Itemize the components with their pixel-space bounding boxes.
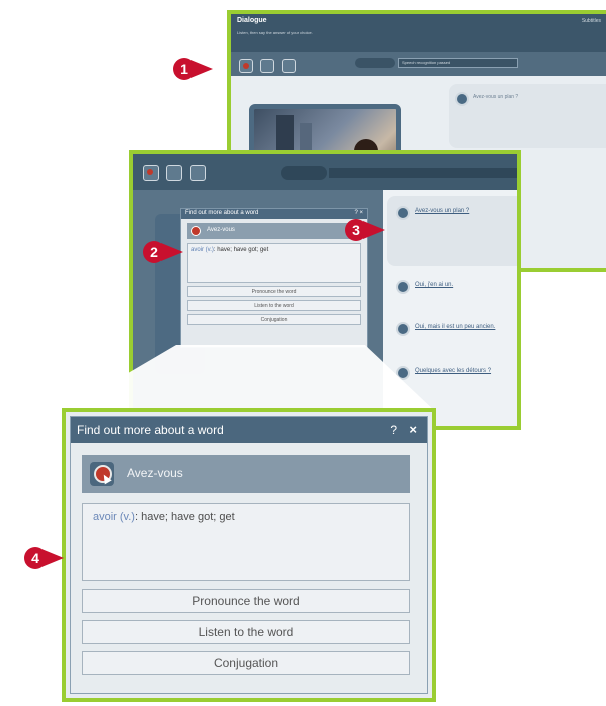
word-popup-small-definition: avoir (v.): have; have got; get	[187, 243, 361, 283]
callout-number: 2	[143, 241, 165, 263]
dialogue-line-1[interactable]: Avez-vous un plan ?	[415, 208, 469, 214]
word-popup-small: Find out more about a word ? × Avez-vous…	[180, 208, 368, 348]
definition-text: : have; have got; get	[213, 247, 269, 253]
dialogue-line-3[interactable]: Oui, mais il est un peu ancien.	[415, 324, 495, 330]
callout-number: 1	[173, 58, 195, 80]
word-popup-title: Find out more about a word	[77, 423, 224, 437]
dialogue-line-2[interactable]: Oui, j'en ai un.	[415, 282, 453, 288]
word-lookup-icon[interactable]	[90, 462, 114, 486]
speech-bubble-icon[interactable]	[166, 164, 183, 181]
speaker-avatar	[396, 280, 410, 294]
subtitles-toggle[interactable]: Subtitles	[582, 18, 601, 24]
dialogue-subtitle: Listen, then say the answer of your choi…	[237, 30, 313, 35]
word-lookup-icon[interactable]	[239, 58, 253, 73]
selected-word-row: Avez-vous	[82, 455, 410, 493]
callout-3: 3	[345, 219, 391, 241]
word-lookup-icon	[191, 226, 201, 236]
lesson-toolbar	[133, 154, 517, 190]
conjugation-button[interactable]: Conjugation	[82, 651, 410, 675]
callout-number: 3	[345, 219, 367, 241]
dialogue-question: Avez-vous un plan ?	[473, 94, 519, 100]
playback-controls[interactable]	[281, 166, 327, 180]
speaker-avatar	[396, 322, 410, 336]
playback-controls[interactable]	[355, 58, 395, 68]
conjugation-button[interactable]: Conjugation	[187, 314, 361, 325]
callout-number: 4	[24, 547, 46, 569]
dialogue-title: Dialogue	[237, 17, 267, 24]
word-popup-small-word: Avez-vous	[187, 223, 361, 239]
word-popup-small-title: Find out more about a word ? ×	[181, 209, 367, 219]
speech-recognition-field[interactable]	[329, 168, 517, 178]
pronounce-button[interactable]: Pronounce the word	[187, 286, 361, 297]
definition-verb: avoir (v.)	[93, 511, 135, 523]
speaker-avatar	[396, 366, 410, 380]
dialogue-titlebar: Dialogue Listen, then say the answer of …	[231, 14, 606, 52]
word-popup-small-word-text: Avez-vous	[207, 227, 235, 233]
help-button[interactable]: ?	[390, 423, 397, 437]
word-lookup-icon[interactable]	[143, 164, 159, 181]
dialogue-toolbar: Speech recognition passed	[231, 52, 606, 76]
word-popup-titlebar: Find out more about a word	[71, 417, 427, 443]
dialogue-line-4[interactable]: Quelques avec les détours ?	[415, 368, 491, 374]
font-size-icon[interactable]	[189, 164, 206, 181]
word-popup-body: Find out more about a word ? × Avez-vous…	[70, 416, 428, 694]
definition-verb: avoir (v.)	[191, 247, 214, 253]
definition-box: avoir (v.): have; have got; get	[82, 503, 410, 581]
font-size-icon[interactable]	[281, 58, 296, 73]
word-popup: Find out more about a word ? × Avez-vous…	[62, 408, 436, 702]
lesson-window: Avez-vous un plan ? Oui, j'en ai un. Oui…	[129, 150, 521, 430]
pronounce-word-button[interactable]: Pronounce the word	[82, 589, 410, 613]
speech-bubble-icon[interactable]	[260, 58, 275, 73]
speaker-avatar	[455, 92, 469, 106]
callout-2: 2	[143, 241, 189, 263]
close-button[interactable]: ×	[409, 422, 417, 437]
callout-4: 4	[24, 547, 70, 569]
listen-word-button[interactable]: Listen to the word	[82, 620, 410, 644]
speaker-avatar	[396, 206, 410, 220]
listen-button[interactable]: Listen to the word	[187, 300, 361, 311]
speech-recognition-field[interactable]: Speech recognition passed	[398, 58, 518, 68]
word-popup-small-title-text: Find out more about a word	[185, 210, 259, 216]
word-popup-small-controls[interactable]: ? ×	[354, 210, 363, 216]
definition-text: : have; have got; get	[134, 511, 235, 523]
callout-1: 1	[173, 58, 219, 80]
selected-word: Avez-vous	[127, 466, 183, 480]
dialogue-panel: Avez-vous un plan ? Oui, j'en ai un. Oui…	[383, 190, 517, 426]
